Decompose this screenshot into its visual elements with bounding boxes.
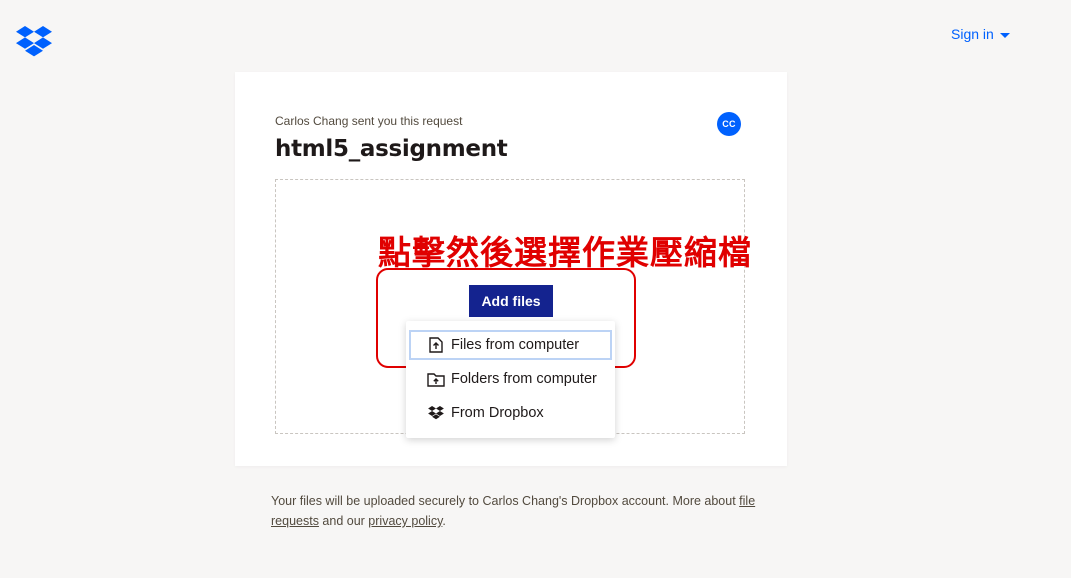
menu-item-label: Files from computer [451, 337, 580, 353]
menu-item-folders-from-computer[interactable]: Folders from computer [409, 364, 612, 394]
page-title: html5_assignment [275, 136, 508, 162]
avatar: CC [717, 112, 741, 136]
dropbox-logo-icon[interactable] [16, 26, 52, 58]
sign-in-menu[interactable]: Sign in [951, 24, 1010, 44]
menu-item-label: Folders from computer [451, 371, 597, 387]
add-files-menu: Files from computer Folders from compute… [406, 321, 615, 438]
footer-text: and our [318, 514, 369, 528]
requester-line: Carlos Chang sent you this request [275, 114, 463, 128]
footer-note: Your files will be uploaded securely to … [271, 491, 771, 531]
menu-item-from-dropbox[interactable]: From Dropbox [409, 398, 612, 428]
menu-item-label: From Dropbox [451, 405, 544, 421]
sign-in-label[interactable]: Sign in [951, 26, 994, 42]
footer-text: Your files will be uploaded securely to … [271, 494, 740, 508]
folder-upload-icon [427, 370, 445, 388]
menu-item-files-from-computer[interactable]: Files from computer [409, 330, 612, 360]
file-upload-icon [427, 336, 445, 354]
caret-down-icon [999, 32, 1010, 38]
footer-text: . [442, 514, 446, 528]
dropbox-icon [427, 404, 445, 422]
annotation-text: 點擊然後選擇作業壓縮檔 [378, 233, 752, 272]
add-files-button[interactable]: Add files [469, 285, 553, 317]
privacy-policy-link[interactable]: privacy policy [368, 514, 442, 528]
